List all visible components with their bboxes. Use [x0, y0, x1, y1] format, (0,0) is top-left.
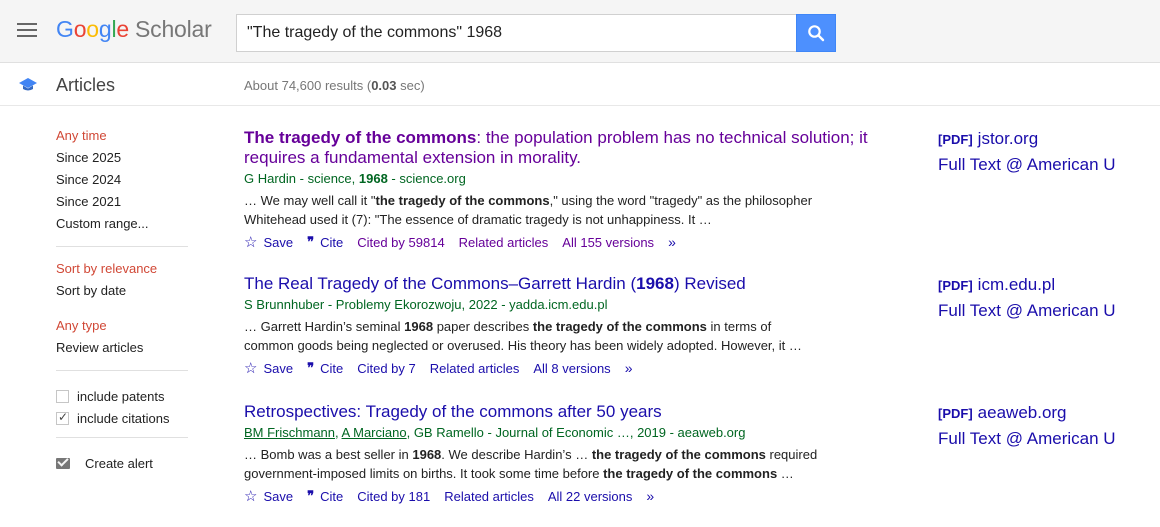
sort-by-relevance[interactable]: Sort by relevance: [56, 261, 188, 283]
result-title-link[interactable]: Retrospectives: Tragedy of the commons a…: [244, 402, 884, 422]
search-icon: [808, 25, 825, 42]
filter-since-2024[interactable]: Since 2024: [56, 172, 188, 194]
include-patents-toggle[interactable]: include patents: [56, 385, 188, 407]
result-meta: S Brunnhuber - Problemy Ekorozwoju, 2022…: [244, 297, 608, 312]
create-alert-button[interactable]: Create alert: [56, 452, 188, 474]
cite-button[interactable]: ❞ Cite: [307, 360, 343, 376]
result-snippet: … Garrett Hardin’s seminal 1968 paper de…: [244, 319, 802, 353]
related-articles-link[interactable]: Related articles: [430, 361, 520, 376]
result-actions: ☆ Save ❞ Cite Cited by 181 Related article…: [244, 487, 884, 505]
cite-button[interactable]: ❞ Cite: [307, 234, 343, 250]
result-actions: ☆ Save ❞ Cite Cited by 7 Related articles …: [244, 359, 884, 377]
quote-icon: ❞: [307, 234, 314, 249]
fulltext-link[interactable]: Full Text @ American U: [938, 301, 1148, 321]
section-title: Articles: [56, 75, 116, 95]
result-item: The Real Tragedy of the Commons–Garrett …: [244, 274, 884, 377]
google-scholar-logo[interactable]: Google Scholar: [56, 16, 212, 43]
fulltext-link[interactable]: Full Text @ American U: [938, 429, 1148, 449]
result-title-link[interactable]: The Real Tragedy of the Commons–Garrett …: [244, 274, 884, 294]
filter-custom-range[interactable]: Custom range...: [56, 216, 188, 238]
result-snippet: … Bomb was a best seller in 1968. We des…: [244, 447, 818, 481]
header-bar: Google Scholar: [0, 0, 1160, 63]
related-articles-link[interactable]: Related articles: [444, 489, 534, 504]
include-citations-label: include citations: [77, 410, 170, 426]
sort-by-date[interactable]: Sort by date: [56, 283, 188, 305]
pdf-link[interactable]: [PDF] jstor.org: [938, 129, 1148, 150]
related-articles-link[interactable]: Related articles: [459, 235, 549, 250]
filter-since-2021[interactable]: Since 2021: [56, 194, 188, 216]
filter-review-articles[interactable]: Review articles: [56, 340, 188, 362]
more-chevrons-icon[interactable]: »: [625, 360, 633, 376]
quote-icon: ❞: [307, 488, 314, 503]
fulltext-link[interactable]: Full Text @ American U: [938, 155, 1148, 175]
cited-by-link[interactable]: Cited by 7: [357, 361, 416, 376]
save-button[interactable]: ☆ Save: [244, 233, 293, 251]
author-link[interactable]: A Marciano: [342, 425, 407, 440]
cited-by-link[interactable]: Cited by 59814: [357, 235, 444, 250]
save-button[interactable]: ☆ Save: [244, 487, 293, 505]
create-alert-label: Create alert: [85, 455, 153, 471]
result-side-links: [PDF] aeaweb.org Full Text @ American U: [938, 403, 1148, 449]
more-chevrons-icon[interactable]: »: [668, 234, 676, 250]
quote-icon: ❞: [307, 360, 314, 375]
cite-button[interactable]: ❞ Cite: [307, 488, 343, 504]
sidebar-divider: [56, 370, 188, 371]
results-count: About 74,600 results (0.03 sec): [244, 78, 425, 93]
filter-any-type[interactable]: Any type: [56, 318, 188, 340]
result-meta: BM Frischmann, A Marciano, GB Ramello - …: [244, 425, 746, 440]
star-icon: ☆: [244, 488, 258, 505]
filter-any-time[interactable]: Any time: [56, 128, 188, 150]
mail-icon: [56, 457, 70, 469]
result-title-link[interactable]: The tragedy of the commons: the populati…: [244, 128, 884, 168]
search-input[interactable]: [237, 15, 796, 51]
star-icon: ☆: [244, 360, 258, 377]
result-meta: G Hardin - science, 1968 - science.org: [244, 171, 466, 186]
hamburger-menu-icon[interactable]: [17, 23, 37, 39]
patents-checkbox[interactable]: [56, 389, 69, 403]
star-icon: ☆: [244, 234, 258, 251]
result-snippet: … We may well call it "the tragedy of th…: [244, 193, 813, 227]
result-actions: ☆ Save ❞ Cite Cited by 59814 Related artic…: [244, 233, 884, 251]
include-citations-toggle[interactable]: include citations: [56, 407, 188, 429]
more-chevrons-icon[interactable]: »: [646, 488, 654, 504]
articles-cap-icon: [19, 78, 37, 91]
all-versions-link[interactable]: All 22 versions: [548, 489, 633, 504]
result-item: The tragedy of the commons: the populati…: [244, 128, 884, 251]
citations-checkbox[interactable]: [56, 410, 69, 425]
search-button[interactable]: [796, 14, 836, 52]
subheader: Articles About 74,600 results (0.03 sec): [0, 64, 1160, 106]
sidebar-filters: Any time Since 2025 Since 2024 Since 202…: [56, 128, 188, 474]
pdf-link[interactable]: [PDF] aeaweb.org: [938, 403, 1148, 424]
cited-by-link[interactable]: Cited by 181: [357, 489, 430, 504]
result-side-links: [PDF] jstor.org Full Text @ American U: [938, 129, 1148, 175]
search-box: [236, 14, 797, 52]
sidebar-divider: [56, 246, 188, 247]
result-side-links: [PDF] icm.edu.pl Full Text @ American U: [938, 275, 1148, 321]
result-item: Retrospectives: Tragedy of the commons a…: [244, 402, 884, 505]
include-patents-label: include patents: [77, 388, 165, 404]
all-versions-link[interactable]: All 8 versions: [533, 361, 610, 376]
pdf-link[interactable]: [PDF] icm.edu.pl: [938, 275, 1148, 296]
sidebar-divider: [56, 437, 188, 438]
author-link[interactable]: BM Frischmann: [244, 425, 335, 440]
filter-since-2025[interactable]: Since 2025: [56, 150, 188, 172]
all-versions-link[interactable]: All 155 versions: [562, 235, 654, 250]
save-button[interactable]: ☆ Save: [244, 359, 293, 377]
